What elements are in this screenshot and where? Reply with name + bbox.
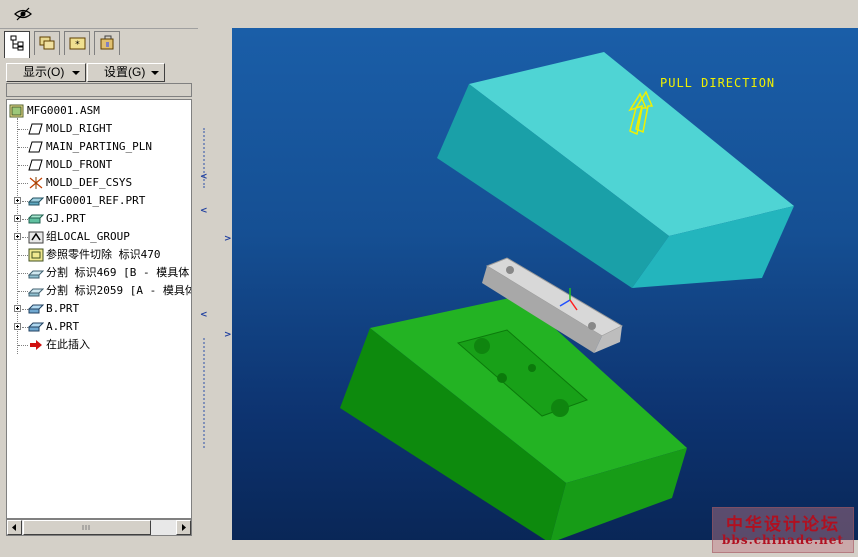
tree-connector xyxy=(18,165,28,167)
model-tree: MFG0001.ASM MOLD_RIGHT MAIN_PARTING_PLN MO… xyxy=(6,99,192,519)
part-icon xyxy=(27,194,45,208)
scroll-right-arrow-icon xyxy=(182,524,186,531)
favorites-icon: * xyxy=(69,37,86,50)
mold-part-icon xyxy=(27,320,45,334)
watermark-title: 中华设计论坛 xyxy=(726,515,840,535)
display-menu-button[interactable]: 显示(O) xyxy=(6,63,86,82)
expand-icon[interactable] xyxy=(14,323,21,330)
connections-tab[interactable] xyxy=(94,31,120,55)
dropdown-arrow-icon xyxy=(151,71,159,75)
graphics-viewport[interactable]: PULL DIRECTION xyxy=(232,28,858,545)
tree-connector xyxy=(18,255,28,257)
tree-horizontal-scrollbar[interactable] xyxy=(6,519,192,536)
settings-menu-button[interactable]: 设置(G) xyxy=(87,63,165,82)
grip-icon xyxy=(82,525,90,530)
tree-connector xyxy=(18,147,28,149)
expand-icon[interactable] xyxy=(14,197,21,204)
tree-item-label: 分割 标识469 [B - 模具体 xyxy=(46,266,190,279)
tools-icon xyxy=(100,35,114,50)
forum-watermark: 中华设计论坛 bbs.chinade.net xyxy=(712,507,854,553)
collapse-left-icon[interactable]: < xyxy=(200,172,208,182)
expand-right-icon[interactable]: > xyxy=(224,234,232,244)
collapse-left-icon[interactable]: < xyxy=(200,206,208,216)
tree-item-label: GJ.PRT xyxy=(46,212,86,225)
model-tree-tab[interactable] xyxy=(4,31,30,58)
settings-label: 设置(G) xyxy=(104,65,146,79)
group-icon xyxy=(28,230,44,244)
tree-connector xyxy=(18,129,28,131)
top-toolbar xyxy=(0,0,858,29)
datum-plane-icon xyxy=(28,158,44,172)
model-tree-panel: * 显示(O) 设置(G) MFG0001.ASM MOLD_RIGHT MAI… xyxy=(0,28,198,540)
expand-icon[interactable] xyxy=(14,215,21,222)
folder-browser-tab[interactable] xyxy=(34,31,60,55)
expand-right-icon[interactable]: > xyxy=(224,330,232,340)
insert-here-arrow-icon xyxy=(28,338,44,352)
scroll-right-button[interactable] xyxy=(176,520,191,535)
tree-item-label: 组LOCAL_GROUP xyxy=(46,230,130,243)
tree-item-label: B.PRT xyxy=(46,302,80,315)
folders-icon xyxy=(39,36,55,50)
panel-splitter[interactable]: < < > < > xyxy=(198,28,232,540)
split-icon xyxy=(27,266,45,280)
tree-item-label: 分割 标识2059 [A - 模具体 xyxy=(46,284,192,297)
datum-plane-icon xyxy=(28,140,44,154)
show-hide-icon[interactable] xyxy=(13,5,33,23)
datum-plane-icon xyxy=(28,122,44,136)
tree-connector xyxy=(18,345,28,347)
core-block xyxy=(340,296,687,543)
tree-item-label: MOLD_DEF_CSYS xyxy=(46,176,133,189)
tree-item-label: MFG0001_REF.PRT xyxy=(46,194,146,207)
tree-item-label: A.PRT xyxy=(46,320,80,333)
mold-model-3d xyxy=(340,52,794,543)
tree-column-header[interactable] xyxy=(6,83,192,97)
tree-item-label: MAIN_PARTING_PLN xyxy=(46,140,152,153)
tree-item-label: MOLD_RIGHT xyxy=(46,122,113,135)
pull-direction-label: PULL DIRECTION xyxy=(660,76,776,90)
tree-button-row: 显示(O) 设置(G) xyxy=(6,63,192,82)
tree-connector xyxy=(18,291,28,293)
splitter-grip xyxy=(203,338,207,448)
cut-feature-icon xyxy=(28,248,44,262)
tree-connector xyxy=(18,183,28,185)
coordinate-system-icon xyxy=(28,176,44,190)
collapse-left-icon[interactable]: < xyxy=(200,310,208,320)
svg-text:*: * xyxy=(75,40,80,50)
tree-connector xyxy=(18,273,28,275)
scroll-left-button[interactable] xyxy=(7,520,22,535)
tree-item-label: MOLD_FRONT xyxy=(46,158,113,171)
assembly-icon xyxy=(9,104,25,118)
tree-icon xyxy=(10,35,24,51)
tree-root-label: MFG0001.ASM xyxy=(27,104,100,117)
mold-part-icon xyxy=(27,302,45,316)
expand-icon[interactable] xyxy=(14,305,21,312)
split-icon xyxy=(27,284,45,298)
watermark-url: bbs.chinade.net xyxy=(722,533,844,547)
workpiece-icon xyxy=(27,212,45,226)
favorites-tab[interactable]: * xyxy=(64,31,90,55)
scroll-left-arrow-icon xyxy=(12,524,16,531)
tree-item-label: 参照零件切除 标识470 xyxy=(46,248,161,261)
expand-icon[interactable] xyxy=(14,233,21,240)
scroll-thumb[interactable] xyxy=(23,520,151,535)
display-label: 显示(O) xyxy=(23,65,65,79)
dropdown-arrow-icon xyxy=(72,71,80,75)
tree-item-label: 在此插入 xyxy=(46,338,90,351)
